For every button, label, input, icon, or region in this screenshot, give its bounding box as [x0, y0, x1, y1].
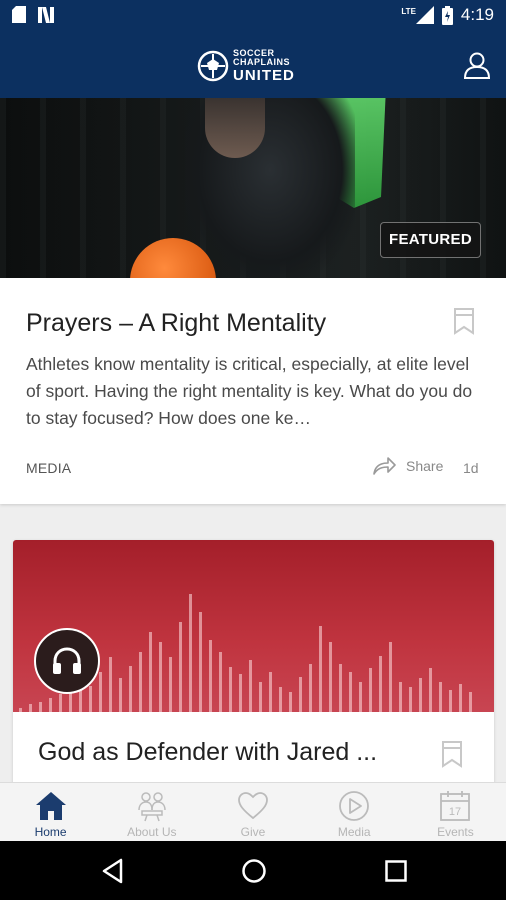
nav-media[interactable]: Media: [304, 783, 405, 841]
waveform-bar: [29, 704, 32, 712]
app-header: SOCCER CHAPLAINS UNITED: [0, 30, 506, 98]
heart-icon: [238, 792, 268, 820]
article-category: MEDIA: [26, 460, 72, 476]
app-logo: SOCCER CHAPLAINS UNITED: [197, 49, 295, 84]
waveform-bar: [219, 652, 222, 712]
article-card[interactable]: God as Defender with Jared ...: [13, 540, 494, 782]
nav-give[interactable]: Give: [202, 783, 303, 841]
logo-line2: CHAPLAINS: [233, 57, 291, 67]
waveform-bar: [89, 686, 92, 712]
nav-label: Events: [437, 825, 474, 839]
waveform-bar: [359, 682, 362, 712]
waveform-bar: [149, 632, 152, 712]
waveform-bar: [19, 708, 22, 712]
share-label: Share: [406, 458, 444, 474]
waveform-bar: [399, 682, 402, 712]
waveform-bar: [129, 666, 132, 712]
waveform-bar: [49, 698, 52, 712]
featured-badge: FEATURED: [380, 222, 481, 258]
recents-icon[interactable]: [383, 858, 409, 884]
waveform-bar: [389, 642, 392, 712]
nav-label: Home: [34, 825, 67, 839]
waveform-bar: [279, 687, 282, 712]
featured-image: FEATURED: [0, 98, 506, 278]
waveform-bar: [239, 674, 242, 712]
waveform-bar: [269, 672, 272, 712]
nav-events[interactable]: 17 Events: [405, 783, 506, 841]
waveform-bar: [59, 694, 62, 712]
waveform-bar: [469, 692, 472, 712]
n-notification-icon: [38, 6, 54, 23]
system-navigation-bar: [0, 841, 506, 900]
waveform-bar: [449, 690, 452, 712]
waveform-bar: [109, 657, 112, 712]
waveform-bar: [39, 702, 42, 712]
waveform-bar: [329, 642, 332, 712]
waveform-bar: [429, 668, 432, 712]
app-screen: LTE 4:19 SOCCER CHAPLAINS UNITED FEATURE…: [0, 0, 506, 900]
nav-label: Give: [240, 825, 266, 839]
share-button[interactable]: Share: [372, 457, 443, 475]
nav-label: About Us: [127, 825, 177, 839]
waveform-bar: [419, 678, 422, 712]
waveform-bar: [309, 664, 312, 712]
article-title[interactable]: Prayers – A Right Mentality: [26, 309, 326, 338]
waveform-bar: [189, 594, 192, 712]
article-title[interactable]: God as Defender with Jared ...: [38, 738, 377, 767]
waveform-bar: [349, 672, 352, 712]
waveform-bar: [119, 678, 122, 712]
audio-play-button[interactable]: [34, 628, 100, 694]
calendar-icon: 17: [440, 791, 471, 821]
nav-home[interactable]: Home: [0, 783, 101, 841]
waveform-bar: [199, 612, 202, 712]
people-icon: [138, 792, 166, 822]
bookmark-icon[interactable]: [441, 740, 463, 768]
signal-icon: [415, 6, 434, 24]
waveform-bar: [439, 682, 442, 712]
lte-label: LTE: [401, 6, 416, 16]
bottom-navigation: Home About Us Give Media 17 Events: [0, 782, 506, 841]
waveform-bar: [409, 687, 412, 712]
soccer-ball-logo-icon: [197, 50, 229, 81]
clock: 4:19: [460, 5, 494, 24]
waveform-bar: [99, 672, 102, 712]
article-description: Athletes know mentality is critical, esp…: [26, 354, 473, 428]
waveform-bar: [159, 642, 162, 712]
waveform-bar: [459, 684, 462, 712]
back-icon[interactable]: [100, 858, 126, 884]
battery-icon: [441, 5, 453, 25]
home-circle-icon[interactable]: [241, 858, 267, 884]
waveform-bar: [339, 664, 342, 712]
feed[interactable]: FEATURED Prayers – A Right Mentality Ath…: [0, 98, 506, 782]
profile-icon[interactable]: [462, 50, 492, 80]
nav-label: Media: [337, 825, 371, 839]
headphones-icon: [53, 647, 81, 674]
waveform-bar: [229, 667, 232, 712]
waveform-bar: [319, 626, 322, 712]
bookmark-icon[interactable]: [453, 307, 475, 335]
waveform-bar: [169, 657, 172, 712]
status-bar: LTE 4:19: [0, 0, 506, 30]
home-icon: [35, 792, 66, 820]
waveform-bar: [179, 622, 182, 712]
sd-card-icon: [12, 6, 26, 23]
logo-line3: UNITED: [233, 67, 295, 84]
play-icon: [339, 791, 370, 821]
post-age: 1d: [463, 460, 479, 476]
waveform-bar: [289, 692, 292, 712]
nav-about-us[interactable]: About Us: [101, 783, 202, 841]
calendar-day: 17: [449, 806, 461, 818]
waveform-bar: [209, 640, 212, 712]
featured-article-card[interactable]: FEATURED Prayers – A Right Mentality Ath…: [0, 98, 506, 504]
waveform-bar: [369, 668, 372, 712]
waveform-bar: [379, 656, 382, 712]
share-arrow-icon: [373, 457, 396, 475]
waveform-bar: [139, 652, 142, 712]
waveform-bar: [249, 660, 252, 712]
waveform-bar: [259, 682, 262, 712]
waveform-bar: [299, 677, 302, 712]
